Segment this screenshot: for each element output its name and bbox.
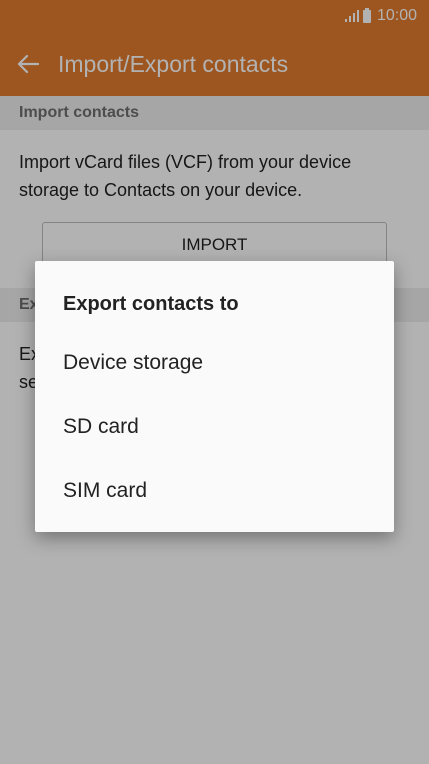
export-dialog: Export contacts to Device storage SD car…	[35, 261, 394, 532]
option-device-storage[interactable]: Device storage	[35, 331, 394, 395]
screen: 10:00 Import/Export contacts Import cont…	[0, 0, 429, 764]
dialog-title: Export contacts to	[63, 293, 239, 315]
option-sd-card[interactable]: SD card	[35, 395, 394, 459]
option-sim-card[interactable]: SIM card	[35, 459, 394, 523]
